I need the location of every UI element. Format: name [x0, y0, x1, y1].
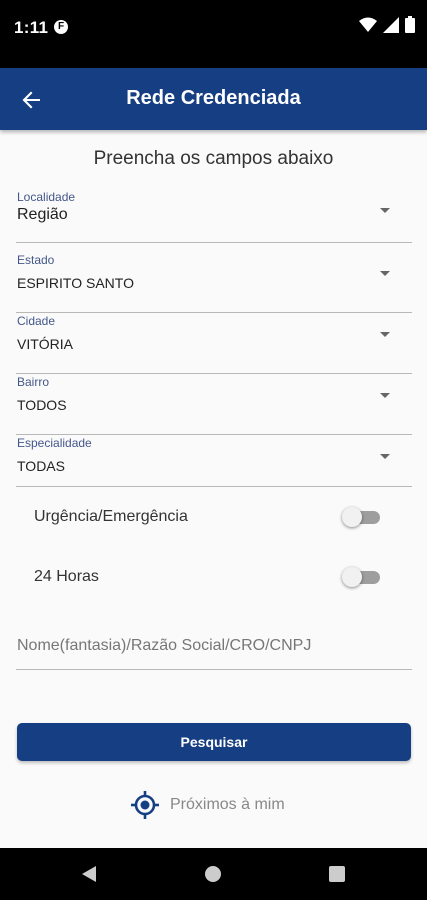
field-label: Cidade: [17, 314, 56, 328]
nearby-link[interactable]: Próximos à mim: [130, 790, 285, 820]
switch-thumb: [342, 507, 362, 527]
urgencia-switch[interactable]: [342, 506, 380, 528]
system-nav-bar: [0, 848, 427, 900]
field-label: Estado: [17, 253, 55, 267]
chevron-down-icon: [380, 393, 390, 398]
chevron-down-icon: [380, 271, 390, 276]
chevron-down-icon: [380, 454, 390, 459]
search-button[interactable]: Pesquisar: [17, 723, 411, 761]
switch-thumb: [342, 567, 362, 587]
signal-icon: [383, 16, 399, 33]
bairro-select[interactable]: Bairro TODOS: [16, 375, 412, 435]
field-label: Especialidade: [17, 436, 92, 450]
localidade-select[interactable]: Localidade Região: [16, 190, 412, 243]
nearby-label: Próximos à mim: [170, 796, 285, 813]
field-value: TODAS: [17, 458, 65, 474]
battery-icon: [405, 16, 415, 33]
toggle-row-24-horas: 24 Horas: [34, 562, 384, 592]
24-horas-switch[interactable]: [342, 566, 380, 588]
cidade-select[interactable]: Cidade VITÓRIA: [16, 314, 412, 374]
wifi-icon: [359, 17, 377, 32]
nav-recents-icon[interactable]: [329, 866, 345, 882]
nav-back-icon[interactable]: [82, 866, 96, 882]
chevron-down-icon: [380, 208, 390, 213]
toggle-row-urgencia: Urgência/Emergência: [34, 502, 384, 532]
location-target-icon: [131, 791, 159, 819]
name-search-input[interactable]: [16, 622, 412, 670]
app-title: Rede Credenciada: [126, 87, 301, 109]
status-icons: [359, 16, 415, 33]
field-label: Bairro: [17, 375, 50, 389]
toggle-label: Urgência/Emergência: [34, 508, 188, 525]
status-bar: 1:11 F: [0, 0, 427, 68]
status-time: 1:11: [14, 18, 49, 37]
app-bar: Rede Credenciada: [0, 68, 427, 130]
field-value: ESPIRITO SANTO: [17, 275, 134, 291]
form-heading: Preencha os campos abaixo: [93, 148, 334, 169]
notification-app-icon: F: [54, 20, 68, 34]
field-value: Região: [17, 206, 68, 223]
estado-select[interactable]: Estado ESPIRITO SANTO: [16, 253, 412, 313]
field-value: TODOS: [17, 397, 67, 413]
chevron-down-icon: [380, 332, 390, 337]
field-label: Localidade: [17, 190, 76, 204]
toggle-label: 24 Horas: [34, 568, 99, 585]
field-value: VITÓRIA: [17, 336, 74, 352]
especialidade-select[interactable]: Especialidade TODAS: [16, 436, 412, 487]
nav-home-icon[interactable]: [205, 866, 221, 882]
